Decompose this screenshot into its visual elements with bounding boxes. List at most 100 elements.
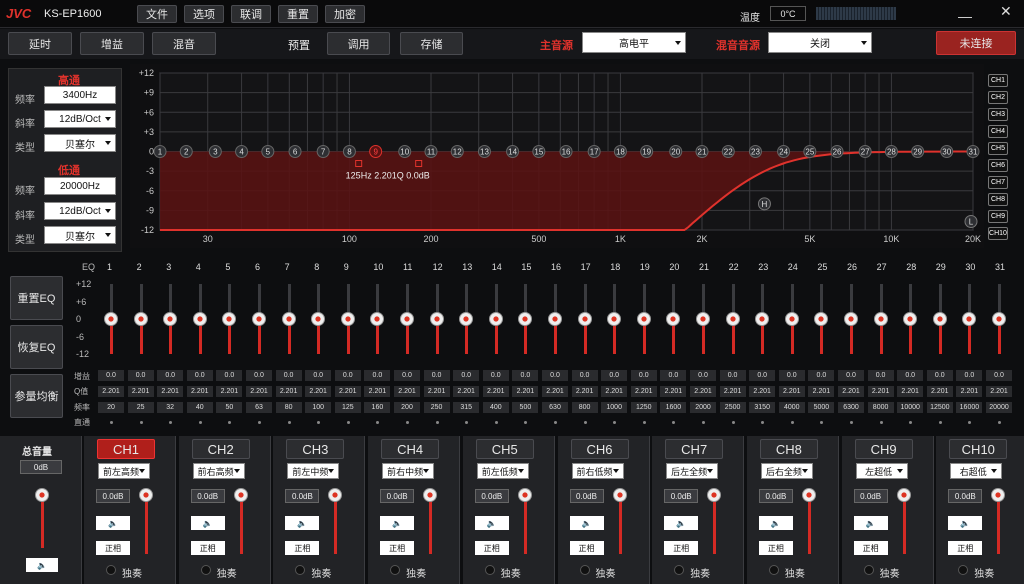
band-freq[interactable]: 4000 <box>778 402 805 413</box>
channel-phase-button[interactable]: 正相 <box>853 541 888 555</box>
solo-radio[interactable] <box>106 565 116 575</box>
band-q[interactable]: 2.201 <box>334 386 361 397</box>
band-bypass-dot[interactable] <box>139 421 143 424</box>
channel-position-select[interactable]: 前左高频 <box>98 463 150 479</box>
master-volume-knob[interactable] <box>35 488 49 502</box>
band-slider-knob[interactable] <box>133 312 148 326</box>
toolbar-button-2[interactable]: 混音 <box>152 32 216 55</box>
band-bypass-dot[interactable] <box>583 421 587 424</box>
channel-gain-value[interactable]: 0.0dB <box>664 489 699 503</box>
side-channel-2[interactable]: CH2 <box>988 91 1008 104</box>
menu-item-4[interactable]: 加密 <box>325 5 365 23</box>
channel-mute-button[interactable]: 🔈 <box>664 516 699 530</box>
channel-fader-knob[interactable] <box>139 488 153 502</box>
band-gain[interactable]: 0.0 <box>897 370 924 381</box>
band-bypass-dot[interactable] <box>642 421 646 424</box>
band-freq[interactable]: 1600 <box>660 402 687 413</box>
band-gain[interactable]: 0.0 <box>690 370 716 381</box>
menu-item-1[interactable]: 选项 <box>184 5 224 23</box>
channel-phase-button[interactable]: 正相 <box>380 541 415 555</box>
band-slider-knob[interactable] <box>784 312 799 326</box>
band-q[interactable]: 2.201 <box>719 386 746 397</box>
band-q[interactable]: 2.201 <box>926 386 953 397</box>
band-q[interactable]: 2.201 <box>749 386 776 397</box>
band-slider-knob[interactable] <box>548 312 562 326</box>
band-slider-knob[interactable] <box>252 312 266 326</box>
channel-phase-button[interactable]: 正相 <box>569 541 604 555</box>
channel-mute-button[interactable]: 🔈 <box>474 516 509 530</box>
channel-gain-value[interactable]: 0.0dB <box>474 489 509 503</box>
channel-gain-value[interactable]: 0.0dB <box>96 489 130 503</box>
side-channel-4[interactable]: CH4 <box>988 125 1008 138</box>
band-q[interactable]: 2.201 <box>808 386 835 397</box>
band-gain[interactable]: 0.0 <box>482 370 509 381</box>
channel-mute-button[interactable]: 🔈 <box>853 516 888 530</box>
side-channel-7[interactable]: CH7 <box>988 176 1008 189</box>
band-freq[interactable]: 40 <box>186 402 213 413</box>
channel-mute-button[interactable]: 🔈 <box>569 516 604 530</box>
channel-gain-value[interactable]: 0.0dB <box>380 489 415 503</box>
band-bypass-dot[interactable] <box>731 421 735 424</box>
channel-mute-button[interactable]: 🔈 <box>380 516 415 530</box>
menu-item-2[interactable]: 联调 <box>231 5 271 23</box>
band-gain[interactable]: 0.0 <box>867 370 894 381</box>
band-bypass-dot[interactable] <box>702 421 705 424</box>
toolbar-button-0[interactable]: 延时 <box>8 32 72 55</box>
side-channel-9[interactable]: CH9 <box>988 210 1008 223</box>
band-gain[interactable]: 0.0 <box>630 370 657 381</box>
band-gain[interactable]: 0.0 <box>453 370 480 381</box>
band-q[interactable]: 2.201 <box>98 386 124 397</box>
channel-position-select[interactable]: 前右中频 <box>382 463 435 479</box>
channel-select-button[interactable]: CH3 <box>286 439 345 459</box>
band-q[interactable]: 2.201 <box>453 386 480 397</box>
mix-source-select[interactable]: 关闭 <box>768 32 872 53</box>
band-slider-knob[interactable] <box>992 312 1006 326</box>
channel-fader-knob[interactable] <box>233 488 248 502</box>
solo-radio[interactable] <box>200 565 211 575</box>
channel-select-button[interactable]: CH1 <box>97 439 155 459</box>
band-bypass-dot[interactable] <box>790 421 794 424</box>
channel-gain-value[interactable]: 0.0dB <box>190 489 225 503</box>
band-q[interactable]: 2.201 <box>246 386 272 397</box>
band-freq[interactable]: 100 <box>305 402 332 413</box>
band-q[interactable]: 2.201 <box>956 386 983 397</box>
band-slider-knob[interactable] <box>281 312 296 326</box>
main-source-select[interactable]: 高电平 <box>582 32 686 53</box>
band-freq[interactable]: 2500 <box>719 402 746 413</box>
eq-response-graph[interactable]: +12 +9 +6 +3 0 -3 -6 -9 -12 30 100 200 500 1K 2K 5K 10K 2… <box>130 64 984 248</box>
solo-radio[interactable] <box>579 565 590 575</box>
channel-mute-button[interactable]: 🔈 <box>190 516 225 530</box>
band-freq[interactable]: 125 <box>334 402 361 413</box>
channel-phase-button[interactable]: 正相 <box>664 541 699 555</box>
channel-phase-button[interactable]: 正相 <box>190 541 225 555</box>
band-bypass-dot[interactable] <box>494 421 498 424</box>
band-gain[interactable]: 0.0 <box>778 370 805 381</box>
side-channel-10[interactable]: CH10 <box>988 227 1008 240</box>
channel-phase-button[interactable]: 正相 <box>948 541 983 555</box>
band-gain[interactable]: 0.0 <box>364 370 391 381</box>
band-freq[interactable]: 2000 <box>690 402 716 413</box>
band-slider-knob[interactable] <box>400 312 414 326</box>
close-icon[interactable]: ✕ <box>1000 3 1012 20</box>
band-q[interactable]: 2.201 <box>394 386 420 397</box>
channel-mute-button[interactable]: 🔈 <box>285 516 320 530</box>
channel-phase-button[interactable]: 正相 <box>758 541 793 555</box>
band-q[interactable]: 2.201 <box>127 386 154 397</box>
band-freq[interactable]: 63 <box>246 402 272 413</box>
band-slider-knob[interactable] <box>340 312 355 326</box>
band-slider-knob[interactable] <box>429 312 444 326</box>
channel-select-button[interactable]: CH10 <box>949 439 1008 459</box>
channel-position-select[interactable]: 右超低 <box>950 463 1003 479</box>
band-q[interactable]: 2.201 <box>423 386 450 397</box>
toolbar-button-1[interactable]: 增益 <box>80 32 144 55</box>
lp-slope-select[interactable]: 12dB/Oct <box>44 202 116 220</box>
channel-fader-knob[interactable] <box>423 488 438 502</box>
band-bypass-dot[interactable] <box>287 421 291 424</box>
band-bypass-dot[interactable] <box>435 421 439 424</box>
band-q[interactable]: 2.201 <box>897 386 924 397</box>
band-freq[interactable]: 50 <box>216 402 243 413</box>
band-freq[interactable]: 5000 <box>808 402 835 413</box>
channel-phase-button[interactable]: 正相 <box>474 541 509 555</box>
band-freq[interactable]: 400 <box>482 402 509 413</box>
solo-radio[interactable] <box>768 565 779 575</box>
